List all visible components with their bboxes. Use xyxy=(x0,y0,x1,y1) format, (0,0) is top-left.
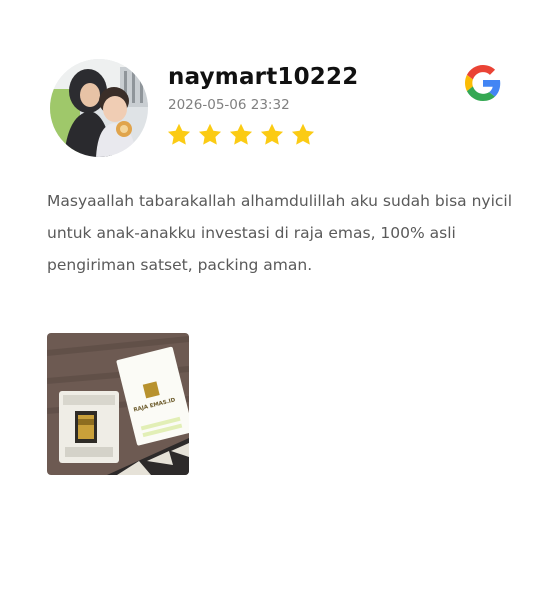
star-icon xyxy=(291,123,315,145)
review-date: 2026-05-06 23:32 xyxy=(168,97,290,113)
google-icon[interactable] xyxy=(465,65,501,101)
review-card: naymart10222 2026-05-06 23:32 Masyaallah… xyxy=(0,0,550,589)
review-photo[interactable]: RAJA EMAS.ID xyxy=(47,333,189,475)
avatar[interactable] xyxy=(50,59,148,157)
reviewer-name[interactable]: naymart10222 xyxy=(168,64,358,90)
star-icon xyxy=(260,123,284,145)
star-icon xyxy=(229,123,253,145)
review-text: Masyaallah tabarakallah alhamdulillah ak… xyxy=(47,192,513,274)
star-icon xyxy=(167,123,191,145)
star-icon xyxy=(198,123,222,145)
star-rating xyxy=(166,122,316,148)
